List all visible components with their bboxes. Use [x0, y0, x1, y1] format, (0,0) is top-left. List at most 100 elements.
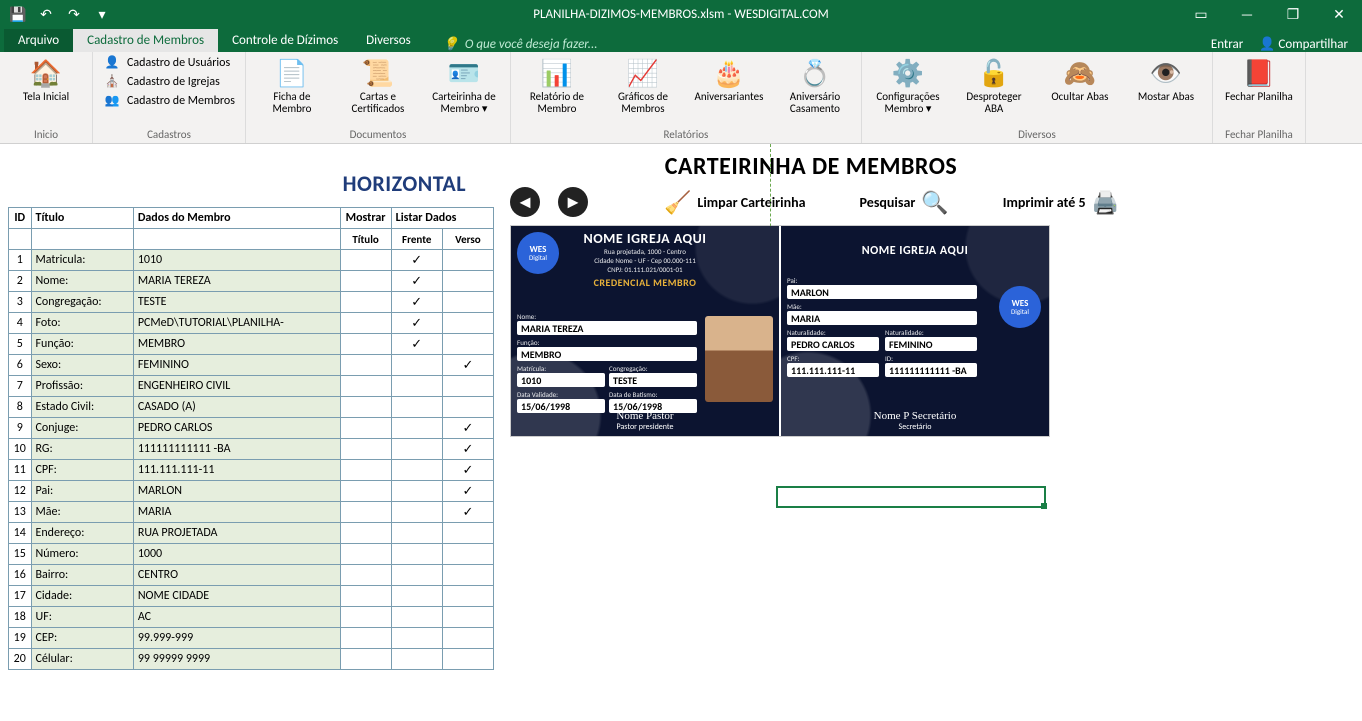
group-diversos: Diversos [870, 128, 1204, 143]
table-row[interactable]: 1Matricula:1010✓ [9, 250, 494, 271]
btn-mostrar-abas[interactable]: 👁️Mostar Abas [1128, 54, 1204, 103]
group-inicio: Inicio [8, 128, 84, 143]
btn-cartas-certificados[interactable]: 📜Cartas e Certificados [340, 54, 416, 115]
card-mae: MARIA [787, 311, 977, 325]
card-back: NOME IGREJA AQUI WESDigital Pai:MARLON M… [781, 226, 1049, 436]
card-naturalidade2: FEMININO [885, 337, 977, 351]
btn-ocultar-abas[interactable]: 🙈Ocultar Abas [1042, 54, 1118, 103]
exit-icon: 📕 [1243, 58, 1275, 88]
qat-undo-icon[interactable]: ↶ [36, 6, 56, 23]
tab-controle-dizimos[interactable]: Controle de Dízimos [218, 29, 352, 52]
member-data-table: ID Título Dados do Membro Mostrar Listar… [8, 207, 494, 670]
card-congregacao: TESTE [609, 373, 697, 387]
card-pai: MARLON [787, 285, 977, 299]
btn-cadastro-igrejas[interactable]: ⛪Cadastro de Igrejas [101, 73, 237, 90]
th-titulo: Título [31, 208, 133, 229]
table-row[interactable]: 5Função:MEMBRO✓ [9, 334, 494, 355]
card-funcao: MEMBRO [517, 347, 697, 361]
idcard-icon: 🪪 [448, 58, 480, 88]
tab-diversos[interactable]: Diversos [352, 29, 425, 52]
table-row[interactable]: 6Sexo:FEMININO✓ [9, 355, 494, 376]
th-dados: Dados do Membro [133, 208, 340, 229]
signin-link[interactable]: Entrar [1211, 37, 1243, 52]
btn-tela-inicial[interactable]: 🏠Tela Inicial [8, 54, 84, 103]
btn-cadastro-usuarios[interactable]: 👤Cadastro de Usuários [101, 54, 237, 71]
hide-icon: 🙈 [1064, 58, 1096, 88]
search-button[interactable]: Pesquisar🔍 [860, 189, 949, 216]
chart-icon: 📈 [627, 58, 659, 88]
btn-aniversariantes[interactable]: 🎂Aniversariantes [691, 54, 767, 103]
table-row[interactable]: 14Endereço:RUA PROJETADA [9, 523, 494, 544]
group-relatorios: Relatórios [519, 128, 853, 143]
ribbon: 🏠Tela Inicial Inicio 👤Cadastro de Usuári… [0, 52, 1362, 144]
card-cpf: 111.111.111-11 [787, 363, 879, 377]
tab-cadastro-membros[interactable]: Cadastro de Membros [73, 29, 218, 52]
ribbon-tabs: Arquivo Cadastro de Membros Controle de … [0, 28, 1362, 52]
card-front: WESDigital NOME IGREJA AQUI Rua projetad… [511, 226, 779, 436]
table-row[interactable]: 19CEP:99.999-999 [9, 628, 494, 649]
table-row[interactable]: 13Mãe:MARIA✓ [9, 502, 494, 523]
form-icon: 📄 [276, 58, 308, 88]
search-icon: 🔍 [921, 189, 948, 216]
card-id: 111111111111 -BA [885, 363, 977, 377]
page-title: CARTEIRINHA DE MEMBROS [270, 152, 1352, 181]
btn-relatorio-membro[interactable]: 📊Relatório de Membro [519, 54, 595, 115]
share-button[interactable]: 👤 Compartilhar [1259, 37, 1348, 52]
table-row[interactable]: 17Cidade:NOME CIDADE [9, 586, 494, 607]
tab-file[interactable]: Arquivo [4, 29, 73, 52]
group-cadastros: Cadastros [101, 128, 237, 143]
th-id: ID [9, 208, 32, 229]
table-row[interactable]: 3Congregação:TESTE✓ [9, 292, 494, 313]
print-button[interactable]: Imprimir até 5🖨️ [1003, 189, 1119, 216]
btn-ficha-membro[interactable]: 📄Ficha de Membro [254, 54, 330, 115]
btn-config-membro[interactable]: ⚙️Configurações Membro ▾ [870, 54, 946, 115]
table-row[interactable]: 10RG:111111111111 -BA✓ [9, 439, 494, 460]
table-row[interactable]: 8Estado Civil:CASADO (A) [9, 397, 494, 418]
nav-next-button[interactable]: ► [558, 187, 588, 217]
table-row[interactable]: 15Número:1000 [9, 544, 494, 565]
clear-card-button[interactable]: 🧹Limpar Carteirinha [664, 189, 806, 216]
card-photo [705, 316, 773, 402]
fill-handle[interactable] [1041, 503, 1047, 509]
table-row[interactable]: 4Foto:PCMeD\TUTORIAL\PLANILHA-✓ [9, 313, 494, 334]
btn-aniversario-casamento[interactable]: 💍Aniversário Casamento [777, 54, 853, 115]
group-documentos: Documentos [254, 128, 502, 143]
table-row[interactable]: 18UF:AC [9, 607, 494, 628]
show-icon: 👁️ [1150, 58, 1182, 88]
titlebar: 💾 ↶ ↷ ▾ PLANILHA-DIZIMOS-MEMBROS.xlsm - … [0, 0, 1362, 28]
report-icon: 📊 [541, 58, 573, 88]
tell-me-search[interactable]: 💡 O que você deseja fazer... [443, 37, 598, 52]
wes-logo-back: WESDigital [999, 286, 1041, 328]
close-icon[interactable]: ✕ [1316, 6, 1362, 23]
qat-redo-icon[interactable]: ↷ [64, 6, 84, 23]
rings-icon: 💍 [799, 58, 831, 88]
btn-cadastro-membros[interactable]: 👥Cadastro de Membros [101, 92, 237, 109]
ribbon-options-icon[interactable]: ▭ [1178, 6, 1224, 23]
selected-cell[interactable] [776, 486, 1046, 508]
btn-fechar-planilha[interactable]: 📕Fechar Planilha [1221, 54, 1297, 103]
table-row[interactable]: 11CPF:111.111.111-11✓ [9, 460, 494, 481]
minimize-icon[interactable]: — [1224, 6, 1270, 23]
nav-prev-button[interactable]: ◄ [510, 187, 540, 217]
members-icon: 👥 [103, 93, 121, 108]
broom-icon: 🧹 [664, 189, 691, 216]
group-fechar: Fechar Planilha [1221, 128, 1297, 143]
table-row[interactable]: 7Profissão:ENGENHEIRO CIVIL [9, 376, 494, 397]
btn-graficos-membros[interactable]: 📈Gráficos de Membros [605, 54, 681, 115]
qat-save-icon[interactable]: 💾 [8, 6, 28, 23]
gear-icon: ⚙️ [892, 58, 924, 88]
qat-customize-icon[interactable]: ▾ [92, 6, 112, 23]
table-row[interactable]: 20Célular:99 99999 9999 [9, 649, 494, 670]
card-nome: MARIA TEREZA [517, 321, 697, 335]
printer-icon: 🖨️ [1092, 189, 1119, 216]
unlock-icon: 🔓 [978, 58, 1010, 88]
table-row[interactable]: 16Bairro:CENTRO [9, 565, 494, 586]
table-row[interactable]: 2Nome:MARIA TEREZA✓ [9, 271, 494, 292]
table-row[interactable]: 12Pai:MARLON✓ [9, 481, 494, 502]
table-row[interactable]: 9Conjuge:PEDRO CARLOS✓ [9, 418, 494, 439]
btn-desproteger-aba[interactable]: 🔓Desproteger ABA [956, 54, 1032, 115]
btn-carteirinha-membro[interactable]: 🪪Carteirinha de Membro ▾ [426, 54, 502, 115]
maximize-icon[interactable]: ❐ [1270, 6, 1316, 23]
user-icon: 👤 [103, 55, 121, 70]
card-preview: WESDigital NOME IGREJA AQUI Rua projetad… [510, 225, 1050, 437]
